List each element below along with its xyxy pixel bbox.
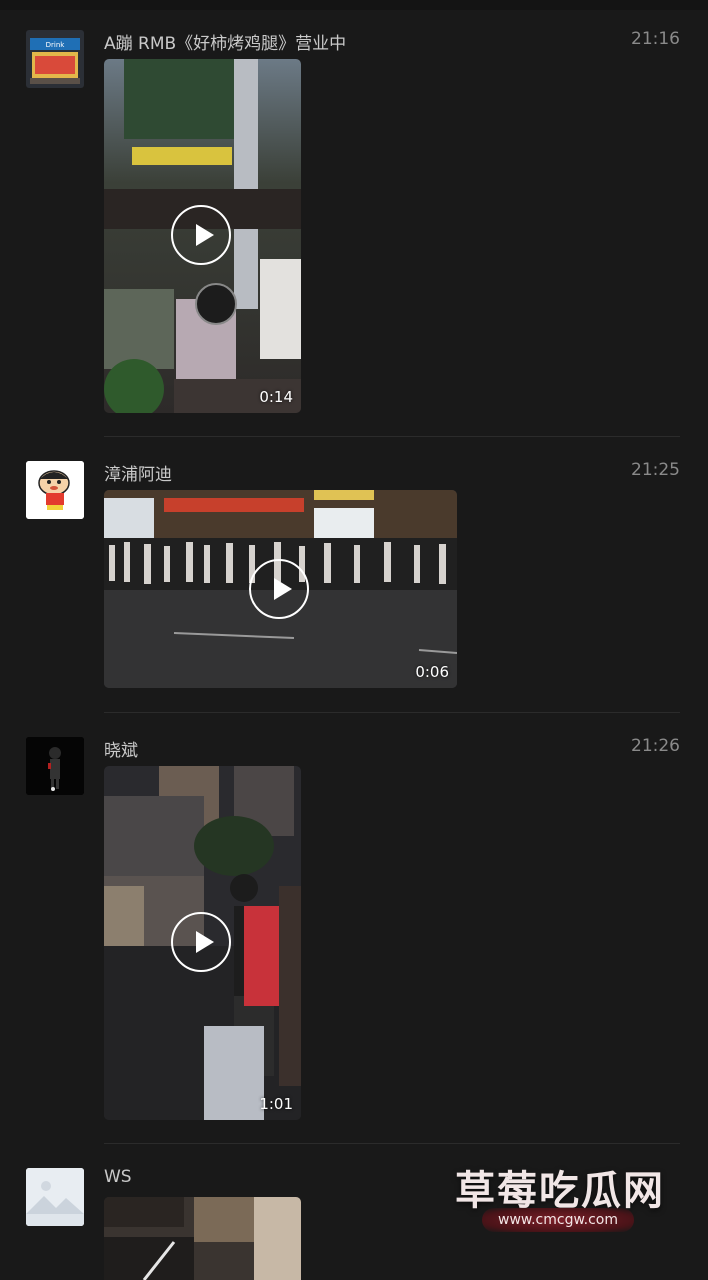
avatar-post-3[interactable]: [26, 737, 84, 795]
post-author-name[interactable]: 晓斌: [104, 736, 138, 761]
shop-storefront-icon: Drink: [26, 30, 84, 88]
post-divider: [104, 436, 680, 437]
post-time: 21:16: [631, 29, 680, 49]
play-icon[interactable]: [171, 912, 231, 972]
post-time: 21:26: [631, 736, 680, 756]
video-thumbnail-post-1[interactable]: 0:14: [104, 59, 301, 413]
avatar-post-2[interactable]: [26, 461, 84, 519]
play-icon[interactable]: [171, 205, 231, 265]
post-divider: [104, 1143, 680, 1144]
video-duration: 1:01: [259, 1095, 293, 1113]
video-thumbnail-post-4[interactable]: [104, 1197, 301, 1280]
video-thumbnail-post-2[interactable]: 0:06: [104, 490, 457, 688]
dark-figure-icon: [26, 737, 84, 795]
cartoon-boy-icon: [26, 461, 84, 519]
video-thumbnail-post-3[interactable]: 1:01: [104, 766, 301, 1120]
video-duration: 0:06: [415, 663, 449, 681]
video-duration: 0:14: [259, 388, 293, 406]
video-frame-image: [104, 1197, 301, 1280]
post-time: 21:25: [631, 460, 680, 480]
watermark-url: www.cmcgw.com: [482, 1208, 634, 1232]
status-bar-shade: [0, 0, 708, 10]
svg-text:Drink: Drink: [46, 41, 66, 49]
play-icon[interactable]: [249, 559, 309, 619]
post-author-name[interactable]: A蹦 RMB《好柿烤鸡腿》营业中: [104, 29, 346, 54]
post-author-name[interactable]: WS: [104, 1167, 132, 1187]
post-author-name[interactable]: 漳浦阿迪: [104, 460, 172, 485]
avatar-post-1[interactable]: Drink: [26, 30, 84, 88]
mountain-placeholder-icon: [26, 1168, 84, 1226]
post-divider: [104, 712, 680, 713]
avatar-post-4[interactable]: [26, 1168, 84, 1226]
